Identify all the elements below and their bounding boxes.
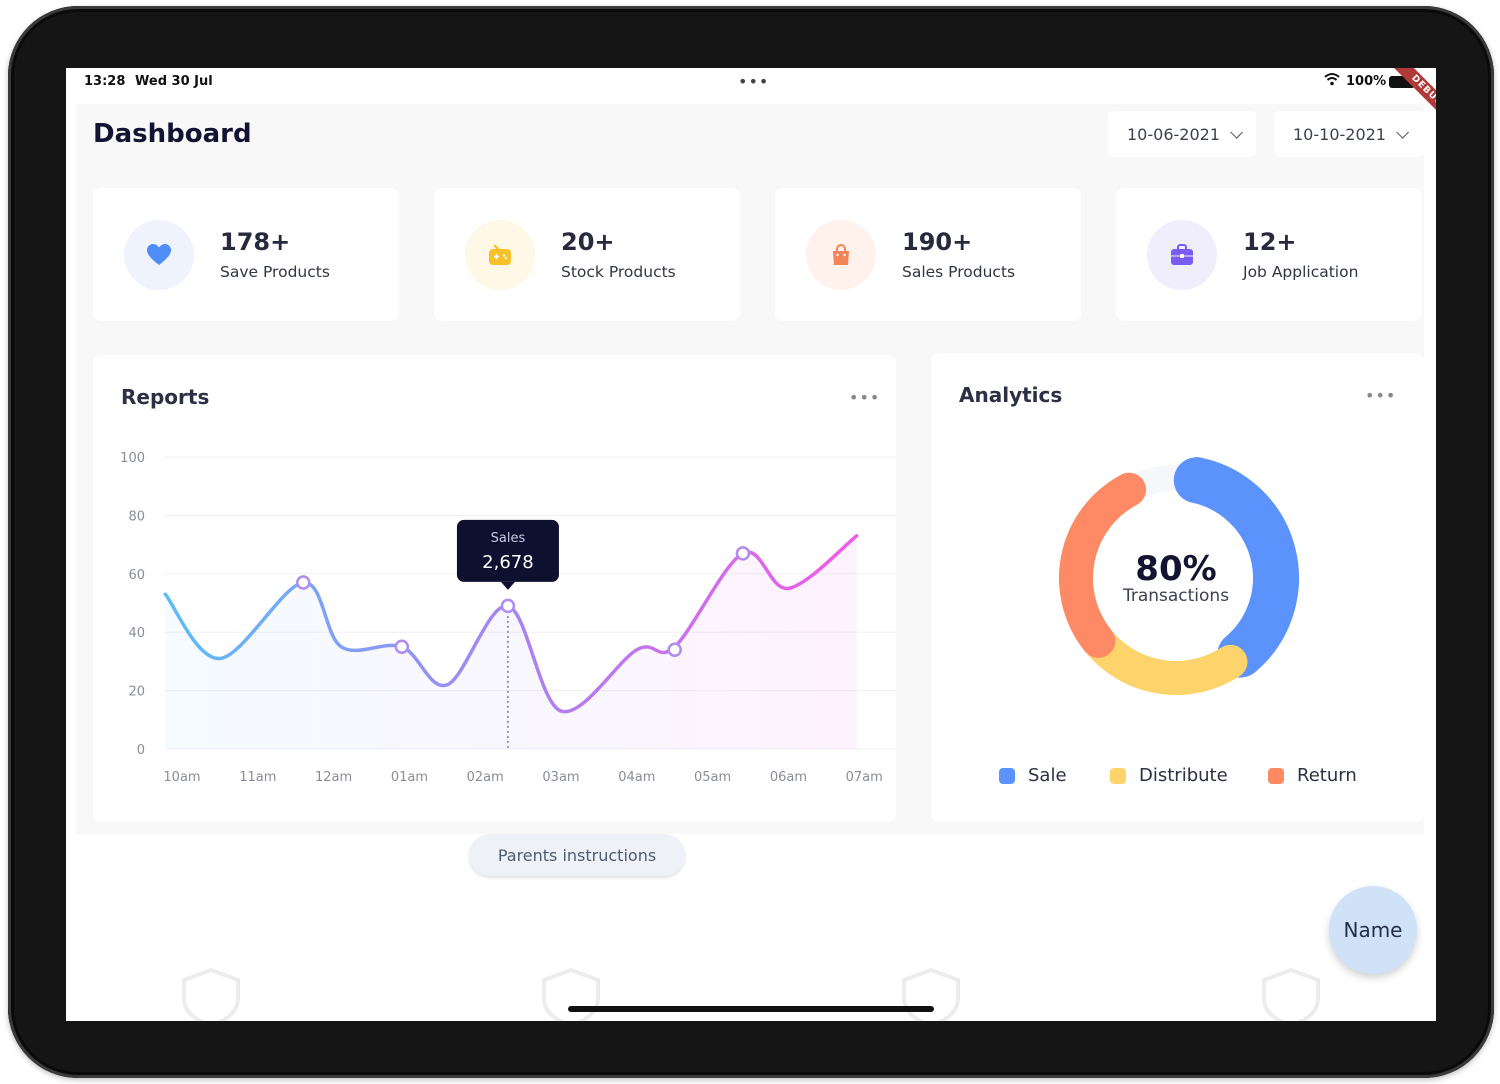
chevron-down-icon xyxy=(1230,125,1243,139)
stat-label: Stock Products xyxy=(561,263,676,281)
heart-icon xyxy=(147,244,171,265)
stat-icon-circle xyxy=(124,220,194,290)
stat-value: 190+ xyxy=(902,228,973,256)
donut-segment-distribute[interactable] xyxy=(1085,629,1248,695)
data-point-marker[interactable] xyxy=(296,575,311,590)
wifi-icon xyxy=(1324,73,1340,86)
briefcase-icon xyxy=(1171,244,1193,265)
stat-card-stock-products[interactable]: 20+ Stock Products xyxy=(434,188,740,321)
data-point-marker[interactable] xyxy=(667,642,682,657)
shield-watermark-icon xyxy=(182,968,240,1021)
stat-card-job-application[interactable]: 12+ Job Application xyxy=(1116,188,1422,321)
donut-center-value: 80% xyxy=(1135,549,1217,589)
status-time: 13:28 xyxy=(84,74,126,89)
legend-item-return: Return xyxy=(1268,765,1357,786)
x-tick-label: 12am xyxy=(315,770,352,785)
stat-value: 12+ xyxy=(1243,228,1297,256)
y-tick-label: 20 xyxy=(128,685,145,700)
analytics-panel: Analytics ••• 80% Transactions Sale Dist… xyxy=(931,353,1424,822)
shield-watermark-icon xyxy=(542,968,600,1021)
x-tick-label: 06am xyxy=(770,770,807,785)
y-tick-label: 40 xyxy=(128,626,145,641)
data-point-marker[interactable] xyxy=(394,639,410,655)
shield-watermark-icon xyxy=(902,968,960,1021)
date-to-picker[interactable]: 10-10-2021 xyxy=(1274,111,1424,157)
chart-tooltip: Sales 2,678 xyxy=(456,519,559,590)
reports-panel: Reports ••• 0 20 40 60 80 100 10am 11am 12am 01am… xyxy=(93,355,896,822)
legend-label: Sale xyxy=(1028,765,1067,786)
x-tick-label: 05am xyxy=(694,770,731,785)
legend-label: Distribute xyxy=(1139,765,1228,786)
x-tick-label: 11am xyxy=(239,770,276,785)
shopping-bag-icon xyxy=(833,244,849,265)
x-tick-label: 02am xyxy=(467,770,504,785)
stat-label: Job Application xyxy=(1243,263,1359,281)
x-tick-label: 04am xyxy=(618,770,655,785)
legend-item-sale: Sale xyxy=(999,765,1067,786)
reports-line-chart[interactable]: 0 20 40 60 80 100 10am 11am 12am 01am 02am 03am 04am… xyxy=(93,355,896,822)
x-tick-label: 03am xyxy=(542,770,579,785)
legend-swatch-distribute xyxy=(1110,767,1126,784)
status-date: Wed 30 Jul xyxy=(135,74,213,89)
date-to-value: 10-10-2021 xyxy=(1293,124,1386,144)
date-from-value: 10-06-2021 xyxy=(1127,124,1220,144)
legend-swatch-return xyxy=(1268,767,1284,784)
legend-swatch-sale xyxy=(999,767,1015,784)
home-indicator[interactable] xyxy=(568,1006,934,1012)
battery-percent: 100% xyxy=(1346,74,1387,89)
name-fab-button[interactable]: Name xyxy=(1329,886,1417,974)
analytics-donut-chart[interactable] xyxy=(931,353,1424,733)
status-bar: 13:28 Wed 30 Jul ••• 100% DEBUG xyxy=(66,68,1436,135)
donut-center-label: Transactions xyxy=(1122,586,1230,606)
y-tick-label: 100 xyxy=(120,451,145,466)
tooltip-label: Sales xyxy=(491,531,526,546)
legend-label: Return xyxy=(1297,765,1357,786)
x-tick-label: 01am xyxy=(391,770,428,785)
multitasking-dots-icon[interactable]: ••• xyxy=(738,72,769,91)
game-controller-icon xyxy=(489,244,511,265)
date-from-picker[interactable]: 10-06-2021 xyxy=(1108,111,1256,157)
screen: 13:28 Wed 30 Jul ••• 100% DEBUG Dashboar… xyxy=(66,68,1436,1021)
parents-instructions-button[interactable]: Parents instructions xyxy=(469,834,685,876)
stat-icon-circle xyxy=(1147,220,1217,290)
data-point-marker[interactable] xyxy=(735,546,751,561)
stat-icon-circle xyxy=(465,220,535,290)
tooltip-value: 2,678 xyxy=(482,552,534,573)
stat-value: 178+ xyxy=(220,228,291,256)
stat-label: Save Products xyxy=(220,263,330,281)
y-tick-label: 80 xyxy=(128,509,145,524)
stat-icon-circle xyxy=(806,220,876,290)
y-tick-label: 60 xyxy=(128,568,145,583)
stat-label: Sales Products xyxy=(902,263,1016,281)
data-point-marker[interactable] xyxy=(500,598,516,614)
shield-watermark-icon xyxy=(1262,968,1320,1021)
x-tick-label: 07am xyxy=(846,770,883,785)
page-title: Dashboard xyxy=(93,119,252,149)
y-tick-label: 0 xyxy=(137,743,145,758)
x-tick-label: 10am xyxy=(163,770,200,785)
stat-card-save-products[interactable]: 178+ Save Products xyxy=(93,188,399,321)
stat-card-sales-products[interactable]: 190+ Sales Products xyxy=(775,188,1081,321)
stat-value: 20+ xyxy=(561,228,615,256)
dashboard-panel: Dashboard 10-06-2021 10-10-2021 178+ Sav… xyxy=(76,104,1424,834)
chevron-down-icon xyxy=(1396,125,1409,139)
legend-item-distribute: Distribute xyxy=(1110,765,1228,786)
